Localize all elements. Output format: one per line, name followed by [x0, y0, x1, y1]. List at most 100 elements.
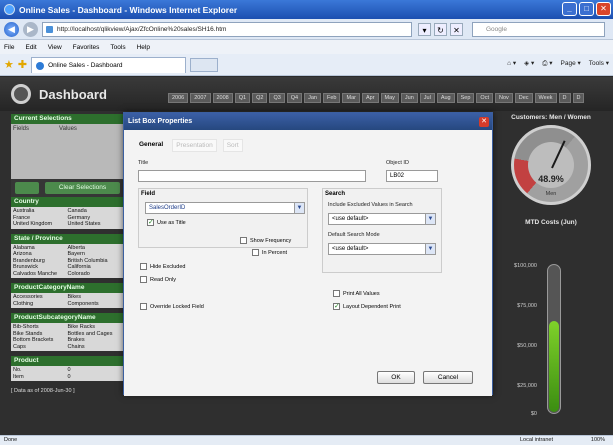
default-search-mode-select[interactable]: <use default> ▼ [328, 243, 436, 255]
listbox: Bib-Shorts Bike Racks Bike Stands Bottles a… [11, 323, 124, 351]
field-select-value: SalesOrderID [149, 205, 186, 211]
field-select[interactable]: SalesOrderID ▼ [145, 202, 305, 214]
period-button[interactable]: May [380, 93, 399, 103]
listbox-item[interactable]: Chains [68, 344, 123, 351]
listbox-item[interactable]: Item [13, 374, 68, 381]
listbox-item[interactable]: United States [68, 221, 123, 228]
listbox-header[interactable]: Product [11, 356, 124, 366]
listbox-header[interactable]: ProductCategoryName [11, 283, 124, 293]
dialog-close-button[interactable]: ✕ [479, 117, 489, 127]
period-button[interactable]: Q1 [234, 93, 251, 103]
period-button[interactable]: Nov [494, 93, 513, 103]
period-button[interactable]: Jul [419, 93, 435, 103]
favorites-star-icon[interactable]: ★ [4, 58, 14, 71]
period-button[interactable]: Aug [436, 93, 455, 103]
layout-dependent-print-label: Layout Dependent Print [343, 303, 401, 310]
period-button[interactable]: Feb [323, 93, 341, 103]
checkbox-box [140, 263, 147, 270]
refresh-icon[interactable]: ↻ [434, 22, 447, 36]
override-locked-label: Override Locked Field [150, 303, 204, 310]
cancel-button[interactable]: Cancel [423, 371, 473, 384]
close-window-button[interactable]: ✕ [596, 2, 611, 16]
period-button[interactable]: Jan [304, 93, 321, 103]
window-controls: _ □ ✕ [562, 2, 611, 16]
stop-icon[interactable]: ✕ [450, 22, 463, 36]
listbox-item[interactable]: Components [68, 301, 123, 308]
period-button[interactable]: Q4 [286, 93, 303, 103]
menu-help[interactable]: Help [137, 44, 150, 51]
add-favorites-icon[interactable]: ✚ [18, 58, 27, 71]
listbox: Australia Canada France Germany United Kingd… [11, 207, 124, 229]
override-locked-checkbox[interactable]: Override Locked Field [140, 303, 204, 310]
period-button[interactable]: Q2 [252, 93, 268, 103]
listbox-item[interactable]: Colorado [68, 271, 123, 278]
period-button[interactable]: Apr [361, 93, 379, 103]
menu-edit[interactable]: Edit [25, 44, 36, 51]
listbox-item[interactable]: 0 [68, 374, 123, 381]
menu-favorites[interactable]: Favorites [73, 44, 100, 51]
tab-presentation[interactable]: Presentation [172, 139, 217, 152]
listbox-item[interactable]: Calvados Manche [13, 271, 68, 278]
title-input[interactable] [138, 170, 366, 182]
listbox-item[interactable]: Clothing [13, 301, 68, 308]
tab-sort[interactable]: Sort [222, 139, 243, 152]
url-field[interactable]: http://localhost/qlikview/Ajax/ZfcOnline… [42, 21, 412, 37]
listbox-header[interactable]: State / Province [11, 233, 124, 244]
listbox-item[interactable]: United Kingdom [13, 221, 68, 228]
search-group-label: Search [325, 191, 346, 197]
listbox-header[interactable]: ProductSubcategoryName [11, 313, 124, 323]
back-button[interactable]: ◀ [4, 21, 19, 37]
menu-file[interactable]: File [4, 44, 14, 51]
include-excluded-select[interactable]: <use default> ▼ [328, 213, 436, 225]
minimize-button[interactable]: _ [562, 2, 577, 16]
period-button[interactable]: Dec [514, 93, 533, 103]
search-input[interactable]: Google [472, 22, 605, 37]
print-all-values-checkbox[interactable]: Print All Values [333, 290, 380, 297]
period-button[interactable]: Jun [400, 93, 418, 103]
values-col: Values [59, 126, 77, 132]
print-icon[interactable]: ⎙ ▾ [542, 59, 552, 68]
home-icon[interactable]: ⌂ ▾ [507, 59, 516, 68]
listbox-header[interactable]: Country [11, 197, 124, 207]
object-id-input[interactable]: LB02 [386, 170, 438, 182]
period-button[interactable]: D [572, 93, 585, 103]
period-button[interactable]: 2006 [168, 93, 189, 103]
ok-button[interactable]: OK [377, 371, 415, 384]
clear-selections-button[interactable]: Clear Selections [45, 182, 120, 194]
hide-excluded-checkbox[interactable]: Hide Excluded [140, 263, 185, 270]
browser-tab[interactable]: Online Sales - Dashboard [31, 56, 187, 73]
period-button[interactable]: Oct [476, 93, 493, 103]
status-text: Done [4, 437, 18, 443]
period-button[interactable]: Q3 [269, 93, 285, 103]
period-button[interactable]: 2008 [212, 93, 233, 103]
read-only-checkbox[interactable]: Read Only [140, 276, 176, 283]
period-button[interactable]: Week [534, 93, 557, 103]
period-button[interactable]: Mar [342, 93, 360, 103]
tab-general[interactable]: General [136, 139, 166, 152]
listboxes: Country Australia Canada France Germany Unite… [11, 197, 124, 386]
period-button[interactable]: 2007 [190, 93, 211, 103]
thermometer-gauge[interactable] [547, 264, 561, 414]
menu-tools[interactable]: Tools [110, 44, 125, 51]
page-menu[interactable]: Page ▾ [561, 59, 581, 68]
feeds-icon[interactable]: ◈ ▾ [524, 59, 534, 68]
forward-button[interactable]: ▶ [23, 21, 38, 37]
maximize-button[interactable]: □ [579, 2, 594, 16]
use-as-title-checkbox[interactable]: Use as Title [147, 218, 186, 226]
period-button[interactable]: D [558, 93, 571, 103]
dialog-tabs: General Presentation Sort [136, 139, 243, 152]
tools-menu[interactable]: Tools ▾ [589, 59, 609, 68]
period-button[interactable]: Sep [456, 93, 475, 103]
selections-menu-button[interactable] [15, 182, 39, 194]
gauge-label: Men [545, 191, 557, 197]
show-frequency-checkbox[interactable]: Show Frequency [240, 237, 291, 244]
listbox-item[interactable]: Caps [13, 344, 68, 351]
go-dropdown-icon[interactable]: ▾ [418, 22, 431, 36]
app-header: Dashboard 2006 2007 2008 Q1 Q2 Q3 Q4 Jan Feb Mar A… [0, 77, 613, 111]
zoom-level[interactable]: 100% [591, 436, 605, 445]
in-percent-checkbox[interactable]: In Percent [252, 249, 287, 256]
menu-view[interactable]: View [48, 44, 62, 51]
layout-dependent-print-checkbox[interactable]: Layout Dependent Print [333, 302, 401, 310]
new-tab-button[interactable] [190, 57, 219, 72]
data-as-of: [ Data as of 2008-Jun-30 ] [11, 388, 75, 394]
